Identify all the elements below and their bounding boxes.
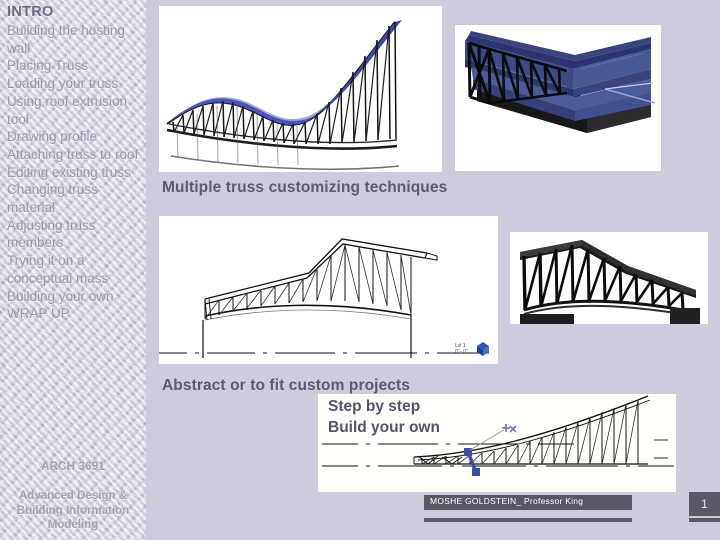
sidebar-item-10: Building your own	[7, 288, 114, 304]
page-number: 1	[689, 492, 720, 516]
sidebar-item-2: Loading your truss	[7, 76, 119, 92]
sidebar-item-7: Changing truss material	[7, 182, 98, 216]
curved-blue-truss-render	[159, 6, 442, 172]
truss-edit-diagram: Step by step Build your own	[318, 394, 676, 492]
sidebar-outline-list: Building the hosting wall Placing Truss …	[7, 22, 141, 323]
sidebar-item-8: Adjusting truss members	[7, 217, 96, 251]
sidebar-item-9: Trying it on a conceptual mass	[7, 253, 109, 286]
author-rule	[424, 518, 632, 522]
sidebar-item-3: Using roof extrusion tool	[7, 93, 128, 127]
sidebar-item-11: WRAP UP	[7, 306, 70, 322]
caption-top: Multiple truss customizing techniques	[162, 179, 448, 196]
sidebar-item-6: Editing existing truss	[7, 164, 131, 180]
truss-elevation-svg: Lvl 1 0' - 0"	[159, 216, 498, 364]
author-name: MOSHE GOLDSTEIN_ Professor King	[430, 496, 584, 506]
building-blue-roof-render	[455, 25, 661, 171]
drag-handle-bottom[interactable]	[472, 468, 480, 476]
program-name: Advanced Design & Building Information M…	[16, 490, 130, 531]
building-blue-roof-svg	[455, 25, 661, 171]
page-number-rule	[689, 518, 720, 522]
author-bar: MOSHE GOLDSTEIN_ Professor King	[424, 495, 632, 510]
sidebar-item-0: Building the hosting wall	[7, 23, 125, 56]
slide-canvas: INTRO Building the hosting wall Placing …	[0, 0, 720, 540]
sidebar-item-1: Placing Truss	[7, 58, 89, 74]
panel-line-2: Build your own	[328, 419, 440, 436]
course-code: ARCH 3691	[41, 461, 105, 473]
dark-truss-render	[510, 232, 708, 324]
svg-text:0' - 0": 0' - 0"	[455, 349, 468, 355]
sidebar: INTRO Building the hosting wall Placing …	[0, 0, 146, 540]
sidebar-item-4: Drawing profile	[7, 129, 98, 145]
dark-truss-svg	[510, 232, 708, 324]
sidebar-item-5: Attaching truss to roof	[7, 146, 139, 162]
truss-elevation-wireframe: Lvl 1 0' - 0"	[159, 216, 498, 364]
curved-blue-truss-svg	[159, 6, 442, 172]
panel-line-1: Step by step	[328, 398, 421, 415]
caption-bottom: Abstract or to fit custom projects	[162, 377, 410, 394]
sidebar-title: INTRO	[7, 4, 54, 20]
